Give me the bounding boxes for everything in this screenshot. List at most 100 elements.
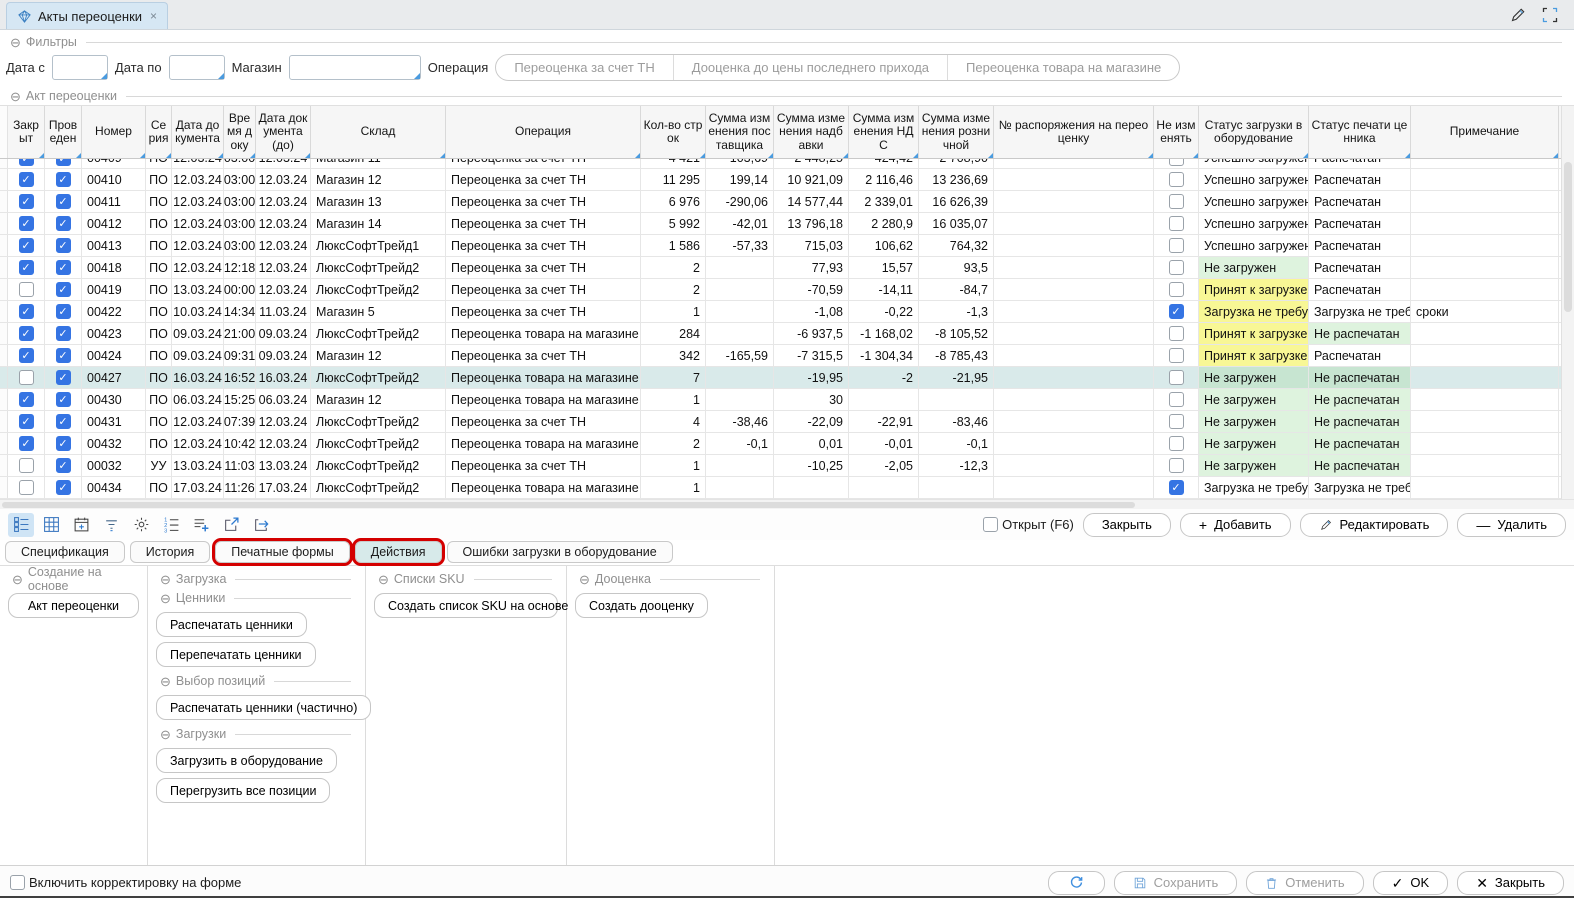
no_change-checkbox[interactable] [1169, 370, 1184, 385]
cancel-button[interactable]: Отменить [1246, 871, 1363, 895]
bottom-tab-1[interactable]: Спецификация [5, 541, 125, 563]
column-header-doc_date_to[interactable]: Дата документа (до) [256, 106, 311, 158]
no_change-checkbox[interactable] [1169, 238, 1184, 253]
table-row[interactable]: ✓✓00432ПО12.03.2410:4212.03.24ЛюксСофтТр… [0, 433, 1574, 455]
table-row[interactable]: ✓✓00422ПО10.03.2414:3411.03.24Магазин 5П… [0, 301, 1574, 323]
store-input[interactable] [290, 56, 420, 79]
action-button[interactable]: Загрузить в оборудование [156, 748, 337, 773]
posted-checkbox[interactable]: ✓ [56, 436, 71, 451]
column-header-no_change[interactable]: Не изменять [1154, 106, 1199, 158]
vertical-scrollbar[interactable] [1561, 106, 1574, 499]
column-header-closed[interactable]: Закрыт [8, 106, 45, 158]
closed-checkbox[interactable] [19, 370, 34, 385]
table-row[interactable]: ✓✓00412ПО12.03.2403:0012.03.24Магазин 14… [0, 213, 1574, 235]
collapse-icon[interactable]: ⊖ [378, 573, 389, 586]
column-header-print_status[interactable]: Статус печати ценника [1309, 106, 1411, 158]
column-header-series[interactable]: Серия [146, 106, 172, 158]
closed-checkbox[interactable] [19, 480, 34, 495]
table-row[interactable]: ✓✓00410ПО12.03.2403:0012.03.24Магазин 12… [0, 169, 1574, 191]
posted-checkbox[interactable]: ✓ [56, 159, 71, 166]
no_change-checkbox[interactable]: ✓ [1169, 480, 1184, 495]
action-button[interactable]: Создать список SKU на основе [374, 593, 558, 618]
edit-pencil-icon[interactable] [1508, 5, 1528, 25]
closed-checkbox[interactable]: ✓ [19, 216, 34, 231]
column-header-row_count[interactable]: Кол-во строк [641, 106, 706, 158]
action-button[interactable]: Перегрузить все позиции [156, 778, 330, 803]
closed-checkbox[interactable]: ✓ [19, 304, 34, 319]
column-header-doc_date[interactable]: Дата документа [172, 106, 224, 158]
posted-checkbox[interactable]: ✓ [56, 348, 71, 363]
list-add-icon[interactable] [188, 513, 214, 537]
operation-option-1[interactable]: Переоценка за счет ТН [496, 55, 672, 80]
open-external-icon[interactable] [218, 513, 244, 537]
closed-checkbox[interactable]: ✓ [19, 414, 34, 429]
table-row[interactable]: ✓✓00409ПО12.03.2403:0012.03.24Магазин 11… [0, 159, 1574, 169]
column-header-note[interactable]: Примечание [1411, 106, 1559, 158]
posted-checkbox[interactable]: ✓ [56, 238, 71, 253]
column-header-sum_retail[interactable]: Сумма изменения розничной [919, 106, 994, 158]
date-from-input[interactable] [53, 56, 107, 79]
closed-checkbox[interactable] [19, 282, 34, 297]
column-header-doc_time[interactable]: Время доку [224, 106, 256, 158]
tab-acts-revaluation[interactable]: Акты переоценки × [6, 2, 168, 29]
posted-checkbox[interactable]: ✓ [56, 326, 71, 341]
closed-checkbox[interactable]: ✓ [19, 326, 34, 341]
no_change-checkbox[interactable] [1169, 458, 1184, 473]
filter-icon[interactable] [98, 513, 124, 537]
table-row[interactable]: ✓✓00431ПО12.03.2407:3912.03.24ЛюксСофтТр… [0, 411, 1574, 433]
closed-checkbox[interactable]: ✓ [19, 436, 34, 451]
collapse-icon[interactable]: ⊖ [12, 573, 23, 586]
closed-checkbox[interactable]: ✓ [19, 260, 34, 275]
closed-checkbox[interactable]: ✓ [19, 159, 34, 166]
no_change-checkbox[interactable] [1169, 348, 1184, 363]
no_change-checkbox[interactable] [1169, 172, 1184, 187]
closed-checkbox[interactable]: ✓ [19, 348, 34, 363]
no_change-checkbox[interactable] [1169, 216, 1184, 231]
posted-checkbox[interactable]: ✓ [56, 392, 71, 407]
action-button[interactable]: Создать дооценку [575, 593, 708, 618]
close-form-button[interactable]: ✕Закрыть [1457, 871, 1564, 895]
column-header-sum_vat[interactable]: Сумма изменения НДС [849, 106, 919, 158]
table-row[interactable]: ✓✓00413ПО12.03.2403:0012.03.24ЛюксСофтТр… [0, 235, 1574, 257]
ok-button[interactable]: ✓OK [1373, 871, 1449, 895]
posted-checkbox[interactable]: ✓ [56, 172, 71, 187]
reload-box-icon[interactable] [248, 513, 274, 537]
posted-checkbox[interactable]: ✓ [56, 458, 71, 473]
posted-checkbox[interactable]: ✓ [56, 480, 71, 495]
scroll-thumb[interactable] [2, 502, 1135, 508]
form-correction-option[interactable]: Включить корректировку на форме [10, 875, 241, 890]
column-header-number[interactable]: Номер [82, 106, 146, 158]
no_change-checkbox[interactable] [1169, 194, 1184, 209]
closed-checkbox[interactable]: ✓ [19, 238, 34, 253]
bottom-tab-4[interactable]: Действия [355, 541, 442, 563]
posted-checkbox[interactable]: ✓ [56, 194, 71, 209]
gear-icon[interactable] [128, 513, 154, 537]
no_change-checkbox[interactable] [1169, 414, 1184, 429]
action-button[interactable]: Акт переоценки [8, 593, 139, 618]
operation-option-2[interactable]: Дооценка до цены последнего прихода [673, 55, 947, 80]
closed-checkbox[interactable]: ✓ [19, 392, 34, 407]
no_change-checkbox[interactable] [1169, 436, 1184, 451]
grid-view-icon[interactable] [38, 513, 64, 537]
no_change-checkbox[interactable] [1169, 159, 1184, 166]
table-row[interactable]: ✓00419ПО13.03.2400:0012.03.24ЛюксСофтТре… [0, 279, 1574, 301]
bottom-tab-2[interactable]: История [130, 541, 210, 563]
table-row[interactable]: ✓00434ПО17.03.2411:2617.03.24ЛюксСофтТре… [0, 477, 1574, 499]
table-row[interactable]: ✓00427ПО16.03.2416:5216.03.24ЛюксСофтТре… [0, 367, 1574, 389]
no_change-checkbox[interactable] [1169, 326, 1184, 341]
column-header-order_no[interactable]: № распоряжения на переоценку [994, 106, 1154, 158]
table-row[interactable]: ✓✓00418ПО12.03.2412:1812.03.24ЛюксСофтТр… [0, 257, 1574, 279]
horizontal-scrollbar[interactable] [0, 499, 1574, 509]
bottom-tab-5[interactable]: Ошибки загрузки в оборудование [447, 541, 673, 563]
column-header-load_status[interactable]: Статус загрузки в оборудование [1199, 106, 1309, 158]
operation-option-3[interactable]: Переоценка товара на магазине [947, 55, 1179, 80]
scroll-thumb[interactable] [1564, 162, 1572, 312]
no_change-checkbox[interactable] [1169, 392, 1184, 407]
posted-checkbox[interactable]: ✓ [56, 260, 71, 275]
collapse-icon[interactable]: ⊖ [160, 592, 171, 605]
refresh-button[interactable] [1048, 871, 1105, 895]
table-row[interactable]: ✓✓00411ПО12.03.2403:0012.03.24Магазин 13… [0, 191, 1574, 213]
no_change-checkbox[interactable] [1169, 282, 1184, 297]
column-header-sum_markup[interactable]: Сумма изменения надбавки [774, 106, 849, 158]
open-f6-option[interactable]: Открыт (F6) [983, 517, 1074, 532]
